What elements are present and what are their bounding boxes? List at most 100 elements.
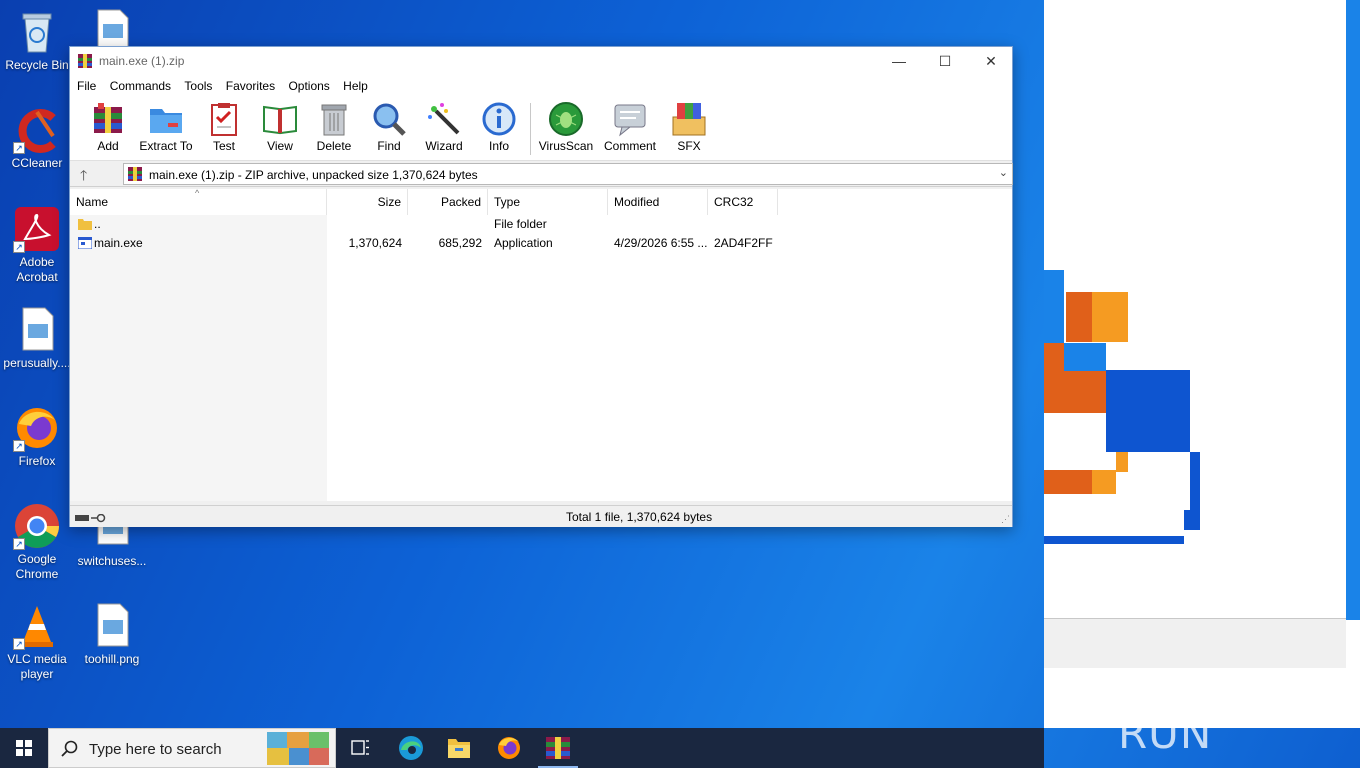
close-button[interactable]: ✕	[968, 47, 1014, 75]
extract-to-button[interactable]: Extract To	[136, 101, 196, 153]
taskbar-firefox[interactable]	[485, 728, 533, 768]
image-file-icon	[88, 602, 136, 650]
title-bar[interactable]: main.exe (1).zip — ☐ ✕	[70, 47, 1012, 75]
maximize-button[interactable]: ☐	[922, 47, 968, 75]
sort-arrow-icon: ^	[195, 188, 200, 198]
test-clipboard-icon	[206, 101, 242, 137]
menu-file[interactable]: File	[72, 75, 101, 93]
column-name-label: Name	[76, 195, 109, 209]
cell-name: main.exe	[94, 236, 143, 250]
extract-folder-icon	[148, 101, 184, 137]
desktop-icon-google-chrome[interactable]: ↗ Google Chrome	[0, 502, 74, 582]
wizard-button[interactable]: Wizard	[422, 101, 466, 153]
icon-label: switchuses...	[77, 554, 147, 568]
cell-packed: 685,292	[438, 236, 482, 250]
search-icon	[61, 740, 79, 758]
icon-label: VLC media player	[7, 652, 67, 681]
up-one-level-button[interactable]: 🡑	[80, 165, 87, 189]
desktop-icon-ccleaner[interactable]: ↗ CCleaner	[0, 106, 74, 171]
menu-favorites[interactable]: Favorites	[221, 75, 280, 93]
delete-button[interactable]: Delete	[312, 101, 356, 153]
icon-label: Recycle Bin	[5, 58, 69, 72]
desktop-icon-firefox[interactable]: ↗ Firefox	[0, 404, 74, 469]
column-header-size[interactable]: Size	[327, 189, 408, 215]
firefox-icon	[498, 737, 520, 759]
add-button[interactable]: Add	[86, 101, 130, 153]
comment-button[interactable]: Comment	[600, 101, 660, 153]
view-button[interactable]: View	[258, 101, 302, 153]
menu-options[interactable]: Options	[283, 75, 334, 93]
resize-grip-icon[interactable]: ⋰	[1001, 514, 1010, 525]
chevron-down-icon[interactable]: ⌄	[999, 166, 1008, 179]
address-bar: 🡑 main.exe (1).zip - ZIP archive, unpack…	[70, 161, 1013, 189]
info-label: Info	[488, 139, 509, 153]
taskbar-search[interactable]: Type here to search	[48, 728, 336, 768]
find-label: Find	[377, 139, 401, 153]
path-field[interactable]: main.exe (1).zip - ZIP archive, unpacked…	[123, 163, 1013, 185]
recycle-bin-icon	[13, 8, 61, 56]
cell-modified: 4/29/2026 6:55 ...	[614, 236, 708, 250]
chrome-icon: ↗	[13, 502, 61, 550]
folder-icon	[78, 218, 92, 230]
sfx-box-icon	[671, 101, 707, 137]
column-header-name[interactable]: Name ^	[70, 188, 327, 215]
acrobat-icon: ↗	[13, 205, 61, 253]
extract-to-label: Extract To	[139, 139, 193, 153]
info-button[interactable]: Info	[478, 101, 520, 153]
sfx-button[interactable]: SFX	[668, 101, 710, 153]
wizard-label: Wizard	[425, 139, 463, 153]
taskbar-winrar[interactable]	[534, 728, 582, 768]
delete-label: Delete	[316, 139, 352, 153]
status-bar: Total 1 file, 1,370,624 bytes ⋰	[70, 505, 1012, 527]
view-book-icon	[262, 101, 298, 137]
decorative-squares-image	[1044, 270, 1200, 544]
task-view-button[interactable]	[336, 728, 384, 768]
menu-commands[interactable]: Commands	[105, 75, 176, 93]
vlc-icon: ↗	[13, 602, 61, 650]
desktop-icon-recycle-bin[interactable]: Recycle Bin	[0, 8, 74, 73]
find-button[interactable]: Find	[368, 101, 410, 153]
magnifier-icon	[371, 101, 407, 137]
drive-key-icon	[75, 512, 109, 523]
menu-bar: File Commands Tools Favorites Options He…	[70, 75, 1012, 97]
column-header-packed[interactable]: Packed	[408, 189, 488, 215]
start-button[interactable]	[0, 728, 48, 768]
test-button[interactable]: Test	[204, 101, 244, 153]
taskbar: Type here to search	[0, 728, 1044, 768]
table-row[interactable]: .. File folder	[70, 215, 1012, 234]
taskbar-edge[interactable]	[387, 728, 435, 768]
menu-help[interactable]: Help	[338, 75, 373, 93]
status-text: Total 1 file, 1,370,624 bytes	[566, 510, 713, 524]
icon-label: Google Chrome	[15, 552, 59, 581]
virusscan-button[interactable]: VirusScan	[538, 101, 594, 153]
virus-scan-icon	[548, 101, 584, 137]
icon-label: perusually....	[3, 356, 71, 370]
column-header-modified[interactable]: Modified	[608, 189, 708, 215]
icon-label: toohill.png	[84, 652, 140, 666]
firefox-icon: ↗	[13, 404, 61, 452]
cell-type: File folder	[494, 217, 547, 231]
winrar-window: main.exe (1).zip — ☐ ✕ File Commands Too…	[69, 46, 1013, 527]
search-placeholder: Type here to search	[89, 741, 222, 758]
desktop-icon-vlc[interactable]: ↗ VLC media player	[0, 602, 74, 682]
add-archive-icon	[90, 101, 126, 137]
column-header-crc32[interactable]: CRC32	[708, 189, 778, 215]
desktop-icon-adobe-acrobat[interactable]: ↗ Adobe Acrobat	[0, 205, 74, 285]
minimize-button[interactable]: —	[876, 47, 922, 75]
column-header-type[interactable]: Type	[488, 189, 608, 215]
anyrun-watermark: ANY ▷ RUN	[1118, 660, 1255, 758]
sfx-label: SFX	[677, 139, 701, 153]
taskbar-file-explorer[interactable]	[435, 728, 483, 768]
desktop-icon-perusually[interactable]: perusually....	[0, 306, 74, 371]
ccleaner-icon: ↗	[13, 106, 61, 154]
window-title: main.exe (1).zip	[99, 54, 185, 68]
file-explorer-icon	[448, 739, 470, 758]
background-window	[1044, 0, 1360, 728]
table-row[interactable]: main.exe 1,370,624 685,292 Application 4…	[70, 234, 1012, 253]
magic-wand-icon	[426, 101, 462, 137]
edge-icon	[399, 736, 423, 760]
menu-tools[interactable]: Tools	[179, 75, 217, 93]
comment-label: Comment	[603, 139, 656, 153]
desktop-icon-toohill[interactable]: toohill.png	[75, 602, 149, 667]
icon-label: Adobe Acrobat	[16, 255, 58, 284]
